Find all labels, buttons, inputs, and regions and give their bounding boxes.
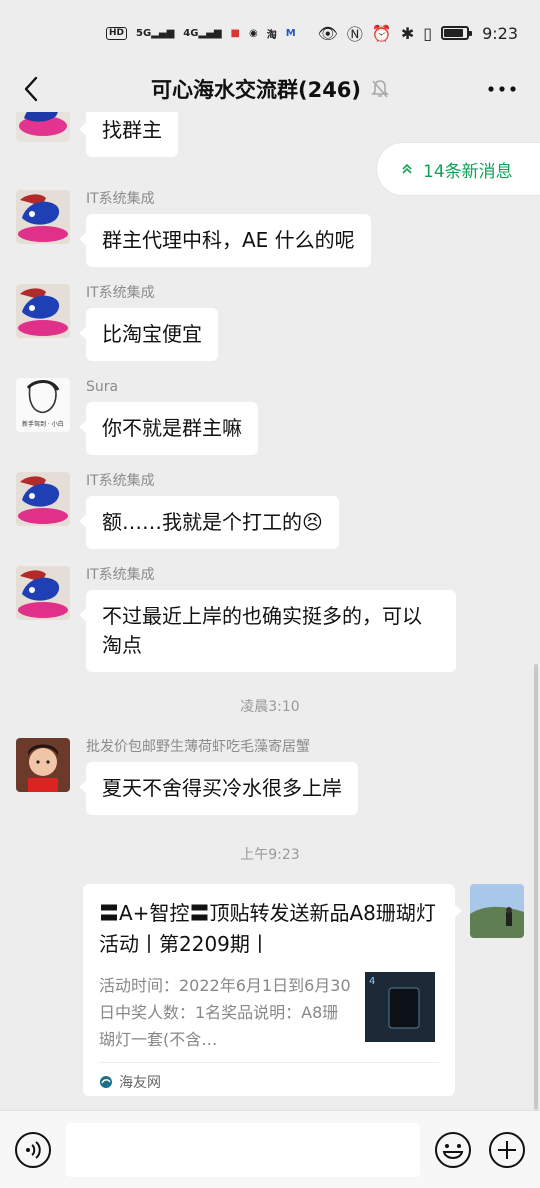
avatar[interactable]: [16, 472, 70, 526]
nfc-icon: Ⓝ: [346, 25, 363, 44]
message-bubble[interactable]: 比淘宝便宜: [79, 308, 218, 361]
timestamp: 凌晨3:10: [240, 699, 300, 715]
link-card-source: 海友网: [99, 1062, 439, 1092]
link-card-description: 活动时间：2022年6月1日到6月30日中奖人数：1名奖品说明：A8珊瑚灯一套(…: [99, 976, 351, 1049]
sender-name: IT系统集成: [86, 191, 155, 207]
avatar[interactable]: [16, 566, 70, 620]
bluetooth-icon: ✱: [400, 23, 415, 43]
message-bubble[interactable]: 群主代理中科，AE 什么的呢: [79, 214, 371, 267]
chat-message-list[interactable]: 找群主 IT系统集成 群主代理中科，AE 什么的呢 IT系统集成 比淘宝便宜 新…: [0, 112, 540, 1110]
new-messages-label: 14条新消息: [423, 161, 513, 182]
sender-name: IT系统集成: [86, 567, 155, 583]
svg-text:4: 4: [369, 976, 375, 987]
message-input[interactable]: [66, 1123, 420, 1177]
message-bubble[interactable]: 额……我就是个打工的😣: [79, 496, 339, 549]
new-messages-pill[interactable]: 14条新消息: [376, 142, 540, 196]
message-item: 找群主: [16, 112, 178, 157]
status-bar: HD 5G▂▄▆ 4G▂▄▆ ■ ◉ 淘 M 👁 Ⓝ ⏰ ✱ ▯ 9:23: [0, 0, 540, 66]
alarm-icon: ⏰: [371, 23, 392, 43]
link-card[interactable]: 〓A+智控〓顶贴转发送新品A8珊瑚灯活动丨第2209期丨 活动时间：2022年6…: [83, 884, 462, 1096]
svg-text:新手驾到 · 小白: 新手驾到 · 小白: [22, 420, 64, 428]
taobao-icon: 淘: [266, 29, 277, 41]
app-notification-icons: ■: [230, 27, 240, 39]
app-icon-2: ◉: [248, 27, 258, 39]
message-item: IT系统集成 群主代理中科，AE 什么的呢: [16, 190, 371, 267]
signal-4g-icon: 4G▂▄▆: [183, 27, 222, 39]
message-bubble[interactable]: 你不就是群主嘛: [79, 402, 258, 455]
sender-name: IT系统集成: [86, 473, 155, 489]
my-avatar[interactable]: [470, 884, 524, 938]
plus-icon: [489, 1132, 525, 1168]
scrollbar[interactable]: [534, 664, 538, 1110]
hd-icon: HD: [106, 26, 128, 40]
chat-title-area: 可心海水交流群(246): [0, 74, 540, 104]
avatar[interactable]: 新手驾到 · 小白: [16, 378, 70, 432]
timestamp: 上午9:23: [240, 847, 300, 863]
message-item: 新手驾到 · 小白 Sura 你不就是群主嘛: [16, 378, 258, 455]
more-dots-icon: [488, 86, 516, 92]
chat-header: 可心海水交流群(246): [0, 66, 540, 112]
mute-bell-icon: [371, 80, 389, 98]
link-card-source-name: 海友网: [119, 1075, 161, 1091]
input-bar: [0, 1110, 540, 1188]
message-item: IT系统集成 不过最近上岸的也确实挺多的，可以淘点: [16, 566, 456, 672]
double-chevron-up-icon: [402, 163, 412, 174]
source-logo-icon: [100, 1076, 112, 1088]
status-time: 9:23: [482, 23, 518, 43]
message-bubble[interactable]: 夏天不舍得买冷水很多上岸: [79, 762, 358, 815]
vibrate-icon: ▯: [423, 23, 433, 43]
eye-icon: 👁: [317, 23, 338, 43]
avatar[interactable]: [16, 190, 70, 244]
voice-icon: [15, 1132, 51, 1168]
sender-name: Sura: [86, 379, 119, 395]
mail-icon: M: [285, 27, 296, 39]
sender-name: IT系统集成: [86, 285, 155, 301]
signal-5g-icon: 5G▂▄▆: [136, 27, 175, 39]
more-options-button[interactable]: [484, 74, 520, 104]
status-left-icons: HD 5G▂▄▆ 4G▂▄▆ ■ ◉ 淘 M: [106, 26, 296, 41]
avatar[interactable]: [16, 112, 70, 142]
sender-name: 批发价包邮野生薄荷虾吃毛藻寄居蟹: [86, 739, 310, 755]
status-right-icons: 👁 Ⓝ ⏰ ✱ ▯ 9:23: [318, 21, 518, 45]
emoji-button[interactable]: [434, 1131, 472, 1169]
voice-input-button[interactable]: [14, 1131, 52, 1169]
message-item: 批发价包邮野生薄荷虾吃毛藻寄居蟹 夏天不舍得买冷水很多上岸: [16, 738, 358, 815]
chat-title: 可心海水交流群(246): [150, 78, 362, 102]
avatar[interactable]: [16, 284, 70, 338]
message-item: IT系统集成 额……我就是个打工的😣: [16, 472, 339, 549]
emoji-icon: [435, 1132, 471, 1168]
avatar[interactable]: [16, 738, 70, 792]
message-bubble[interactable]: 找群主: [79, 112, 178, 157]
message-item: IT系统集成 比淘宝便宜: [16, 284, 218, 361]
battery-icon: [441, 26, 473, 40]
more-actions-button[interactable]: [488, 1131, 526, 1169]
link-card-title: 〓A+智控〓顶贴转发送新品A8珊瑚灯活动丨第2209期丨: [99, 901, 436, 956]
link-card-thumbnail: 4: [365, 972, 435, 1042]
outgoing-message: 〓A+智控〓顶贴转发送新品A8珊瑚灯活动丨第2209期丨 活动时间：2022年6…: [83, 884, 524, 1096]
message-bubble[interactable]: 不过最近上岸的也确实挺多的，可以淘点: [79, 590, 456, 672]
